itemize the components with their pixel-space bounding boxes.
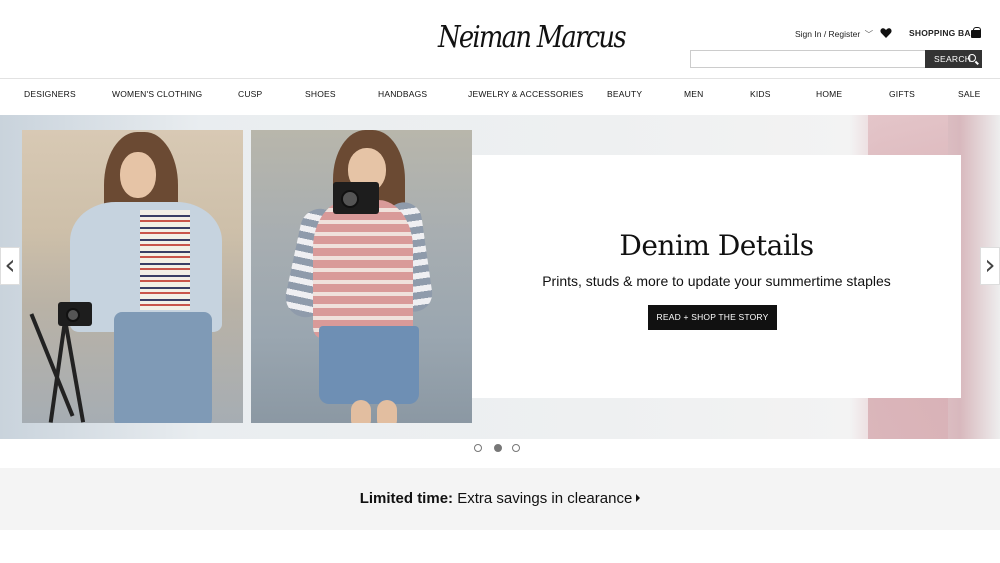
camera-lens [66, 308, 80, 322]
nav-item-shoes[interactable]: SHOES [305, 89, 336, 99]
promo-banner[interactable]: Limited time: Extra savings in clearance [0, 468, 1000, 530]
nav-item-gifts[interactable]: GIFTS [889, 89, 915, 99]
caret-right-icon [636, 494, 641, 502]
nav-item-kids[interactable]: KIDS [750, 89, 771, 99]
hero-photo-model-camera[interactable] [251, 130, 472, 423]
hero-carousel[interactable]: Denim Details Prints, studs & more to up… [0, 115, 1000, 439]
model-leg [377, 400, 397, 423]
hero-subhead: Prints, studs & more to update your summ… [542, 273, 891, 289]
nav-item-home[interactable]: HOME [816, 89, 842, 99]
sign-in-link[interactable]: Sign In / Register ﹀ [795, 28, 873, 40]
nav-item-womens-clothing[interactable]: WOMEN'S CLOTHING [112, 89, 202, 99]
carousel-dot-2[interactable] [494, 444, 502, 452]
shopping-bag-link[interactable]: SHOPPING BAG [909, 28, 978, 38]
model-denim-skirt [319, 326, 419, 404]
promo-text[interactable]: Limited time: Extra savings in clearance [0, 490, 1000, 507]
hero-text-panel: Denim Details Prints, studs & more to up… [472, 155, 961, 398]
arrow-right-icon[interactable]: › [980, 247, 1000, 285]
search-input[interactable] [690, 50, 926, 68]
model-sweater [313, 200, 413, 338]
nav-item-jewelry-accessories[interactable]: JEWELRY & ACCESSORIES [468, 89, 583, 99]
nav-item-beauty[interactable]: BEAUTY [607, 89, 642, 99]
promo-message: Extra savings in clearance [453, 490, 633, 507]
read-shop-story-button[interactable]: READ + SHOP THE STORY [648, 305, 777, 330]
nav-item-men[interactable]: MEN [684, 89, 704, 99]
main-navigation: DESIGNERS WOMEN'S CLOTHING CUSP SHOES HA… [0, 78, 1000, 114]
sign-in-label: Sign In / Register [795, 29, 861, 39]
nav-item-handbags[interactable]: HANDBAGS [378, 89, 427, 99]
search-button-label: SEARCH [934, 54, 972, 64]
site-header: Neiman Marcus Sign In / Register ﹀ SHOPP… [0, 0, 1000, 78]
promo-bold-label: Limited time: [359, 490, 454, 507]
shopping-bag-icon[interactable] [971, 27, 981, 38]
search-icon [968, 54, 976, 62]
chevron-down-icon: ﹀ [864, 29, 874, 39]
arrow-left-icon[interactable]: ‹ [0, 247, 20, 285]
brand-logo[interactable]: Neiman Marcus [438, 20, 627, 70]
hero-photo-model-tripod[interactable] [22, 130, 243, 423]
camera-lens [341, 190, 359, 208]
carousel-dot-3[interactable] [512, 444, 520, 452]
nav-item-cusp[interactable]: CUSP [238, 89, 262, 99]
search-button[interactable]: SEARCH [925, 50, 982, 68]
nav-item-designers[interactable]: DESIGNERS [24, 89, 76, 99]
nav-item-sale[interactable]: SALE [958, 89, 981, 99]
hero-headline: Denim Details [619, 229, 814, 262]
model-jeans [114, 312, 212, 423]
model-striped-shirt [140, 210, 190, 310]
carousel-dot-1[interactable] [474, 444, 482, 452]
model-leg [351, 400, 371, 423]
model-face [120, 152, 156, 198]
heart-icon[interactable] [880, 27, 892, 39]
